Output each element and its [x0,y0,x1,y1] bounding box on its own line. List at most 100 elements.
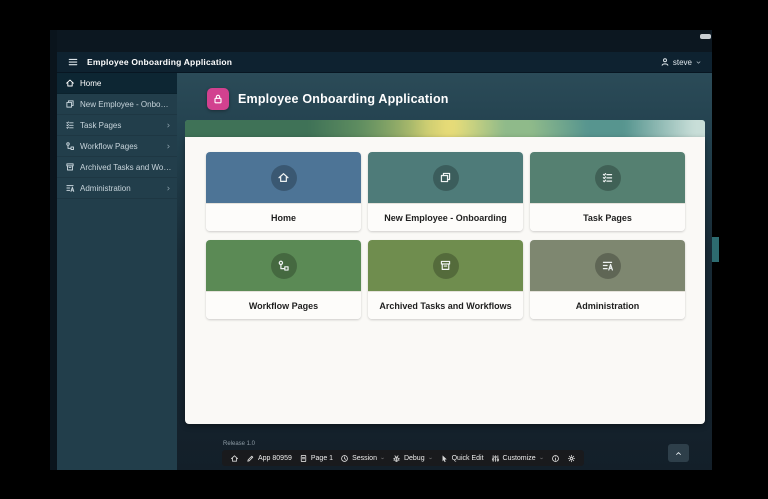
tasks-icon [65,120,75,130]
chevron-right-icon [165,143,172,150]
main-region: Employee Onboarding Application Home [177,73,712,470]
tasks-icon [601,171,614,184]
toolbar-debug-label: Debug [404,455,425,462]
chevron-right-icon [165,122,172,129]
sidebar-item-label: Archived Tasks and Workflows [80,163,172,172]
app-logo-badge [207,88,229,110]
session-icon [340,454,349,463]
toolbar-page-label: Page 1 [311,455,333,462]
toolbar-session-label: Session [352,455,377,462]
hero-banner-image [185,120,705,137]
sidebar-nav: Home New Employee - Onboarding Task Page… [57,73,177,470]
sidebar-item-new-employee[interactable]: New Employee - Onboarding [57,94,177,115]
nav-card-new-employee[interactable]: New Employee - Onboarding [368,152,523,231]
pages-icon [439,171,452,184]
sidebar-item-archived[interactable]: Archived Tasks and Workflows [57,157,177,178]
banner-blur [185,120,705,137]
toolbar-session[interactable]: Session [340,454,385,463]
chevron-down-icon [539,456,544,461]
chevron-down-icon [380,456,385,461]
chevron-down-icon [695,59,702,66]
toolbar-app[interactable]: App 80959 [246,454,292,463]
info-icon[interactable] [551,454,560,463]
nav-card-grid: Home New Employee - Onboarding [206,152,685,319]
menu-icon[interactable] [67,56,79,68]
release-label: Release 1.0 [223,441,255,447]
content-card: Home New Employee - Onboarding [185,137,705,424]
card-icon-circle [433,165,459,191]
workflow-icon [277,259,290,272]
home-icon [65,78,75,88]
scroll-top-button[interactable] [668,444,689,462]
nav-card-home[interactable]: Home [206,152,361,231]
page-hero: Employee Onboarding Application [207,88,449,110]
window-edge [50,30,57,470]
pages-icon [65,99,75,109]
chevron-right-icon [165,185,172,192]
card-hero [206,240,361,291]
pencil-icon [246,454,255,463]
card-label: Task Pages [530,203,685,231]
card-hero [530,240,685,291]
developer-toolbar: App 80959 Page 1 Session Debug Quick Edi… [222,450,584,466]
gear-icon[interactable] [567,454,576,463]
card-label: Administration [530,291,685,319]
archive-icon [65,162,75,172]
admin-icon [601,259,614,272]
sidebar-item-home[interactable]: Home [57,73,177,94]
card-hero [530,152,685,203]
page-icon [299,454,308,463]
cursor-icon [440,454,449,463]
toolbar-quick-edit[interactable]: Quick Edit [440,454,484,463]
edge-accent [712,237,719,262]
card-label: Home [206,203,361,231]
app-header: Employee Onboarding Application steve [57,52,712,73]
sidebar-item-administration[interactable]: Administration [57,178,177,199]
card-icon-circle [595,253,621,279]
app-title: Employee Onboarding Application [87,57,232,67]
toolbar-app-label: App 80959 [258,455,292,462]
page-title: Employee Onboarding Application [238,92,449,106]
sidebar-item-label: New Employee - Onboarding [80,100,172,109]
sidebar-item-label: Home [80,79,172,88]
chevron-down-icon [428,456,433,461]
chevron-up-icon [674,449,683,458]
card-label: Archived Tasks and Workflows [368,291,523,319]
toolbar-page[interactable]: Page 1 [299,454,333,463]
card-icon-circle [271,253,297,279]
sliders-icon [491,454,500,463]
card-hero [368,240,523,291]
sidebar-item-workflow-pages[interactable]: Workflow Pages [57,136,177,157]
toolbar-quick-edit-label: Quick Edit [452,455,484,462]
card-hero [368,152,523,203]
toolbar-debug[interactable]: Debug [392,454,433,463]
home-icon[interactable] [230,454,239,463]
archive-icon [439,259,452,272]
admin-icon [65,183,75,193]
card-hero [206,152,361,203]
scrollbar-thumb[interactable] [700,34,711,39]
card-icon-circle [433,253,459,279]
toolbar-customize-label: Customize [503,455,536,462]
home-icon [277,171,290,184]
sidebar-item-label: Administration [80,184,160,193]
debug-icon [392,454,401,463]
person-icon [660,57,670,67]
sidebar-item-task-pages[interactable]: Task Pages [57,115,177,136]
card-label: Workflow Pages [206,291,361,319]
workflow-icon [65,141,75,151]
toolbar-customize[interactable]: Customize [491,454,544,463]
app-window: Employee Onboarding Application steve Ho… [50,30,712,470]
username: steve [673,58,692,67]
sidebar-item-label: Task Pages [80,121,160,130]
user-menu[interactable]: steve [660,57,702,67]
nav-card-workflow-pages[interactable]: Workflow Pages [206,240,361,319]
nav-card-archived[interactable]: Archived Tasks and Workflows [368,240,523,319]
sidebar-item-label: Workflow Pages [80,142,160,151]
nav-card-administration[interactable]: Administration [530,240,685,319]
card-icon-circle [595,165,621,191]
card-label: New Employee - Onboarding [368,203,523,231]
nav-card-task-pages[interactable]: Task Pages [530,152,685,231]
card-icon-circle [271,165,297,191]
lock-icon [212,93,224,105]
